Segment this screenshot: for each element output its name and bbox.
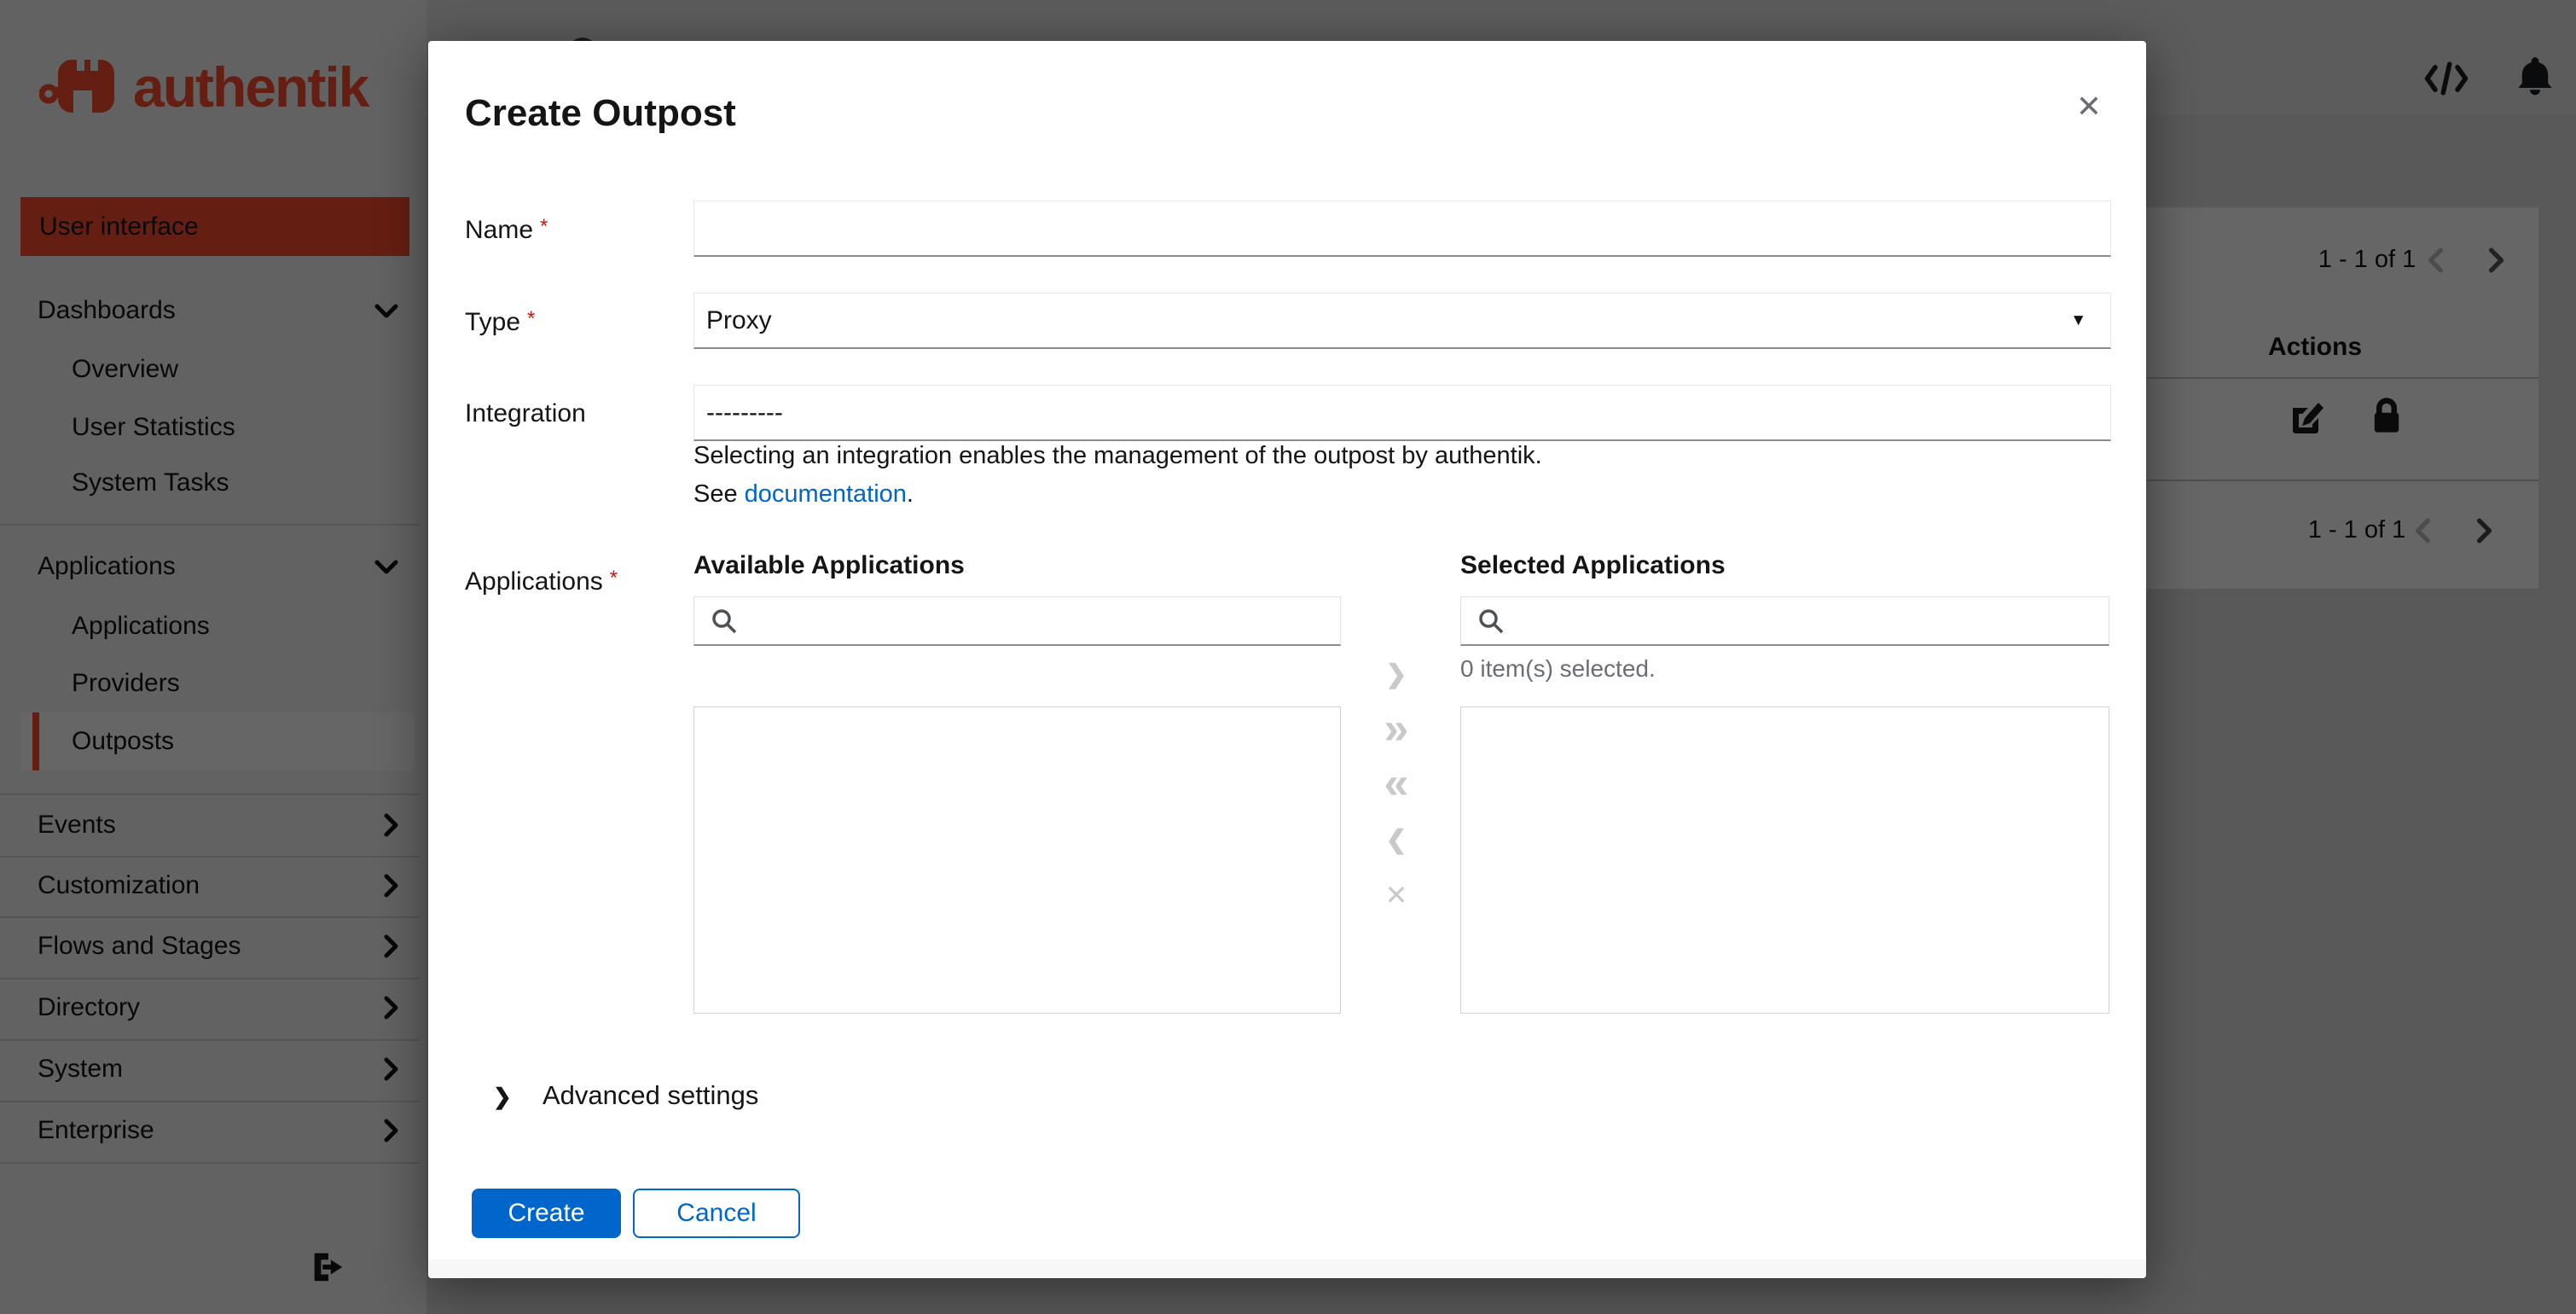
close-icon[interactable]: ✕ (2068, 85, 2110, 128)
name-input[interactable] (693, 201, 2111, 257)
transfer-add-icon[interactable]: ❯ (1366, 651, 1426, 697)
name-label-text: Name (465, 216, 534, 244)
modal-title: Create Outpost (465, 92, 736, 134)
applications-label: Applications * (465, 567, 618, 596)
integration-select[interactable]: --------- (693, 385, 2111, 441)
type-select[interactable]: Proxy ▼ (693, 293, 2111, 349)
available-search-input[interactable] (693, 596, 1341, 646)
cancel-button[interactable]: Cancel (633, 1189, 800, 1238)
create-button[interactable]: Create (472, 1189, 621, 1238)
integration-label: Integration (465, 399, 586, 427)
applications-label-text: Applications (465, 567, 603, 596)
search-icon (1479, 608, 1504, 633)
advanced-settings-toggle[interactable]: Advanced settings (542, 1080, 758, 1111)
transfer-add-all-icon[interactable]: » (1366, 706, 1426, 752)
selected-applications-list[interactable] (1460, 706, 2109, 1014)
selected-applications-title: Selected Applications (1460, 551, 1726, 579)
integration-help-text: Selecting an integration enables the man… (693, 442, 1542, 469)
authentik-admin-page: 1 - 1 of 1 Actions 1 - 1 of 1 (0, 0, 2576, 1314)
type-select-value: Proxy (706, 305, 772, 334)
available-applications-title: Available Applications (693, 551, 965, 579)
transfer-clear-icon[interactable]: ✕ (1366, 872, 1426, 918)
name-label: Name * (465, 215, 548, 245)
selected-count-text: 0 item(s) selected. (1460, 655, 1656, 682)
documentation-link[interactable]: documentation (745, 480, 907, 508)
period-text: . (906, 480, 914, 508)
transfer-remove-all-icon[interactable]: « (1366, 760, 1426, 806)
integration-select-value: --------- (706, 398, 783, 427)
required-marker: * (609, 567, 618, 590)
advanced-settings-chevron-icon[interactable]: ❯ (493, 1084, 512, 1110)
create-outpost-modal: Create Outpost ✕ Name * Type * Proxy ▼ Int… (428, 41, 2146, 1278)
documentation-help-line: See documentation. (693, 480, 914, 509)
modal-footer-strip (428, 1259, 2146, 1278)
search-icon (712, 608, 737, 633)
see-text: See (693, 480, 745, 508)
required-marker: * (527, 307, 536, 330)
selected-search-input[interactable] (1460, 596, 2109, 646)
transfer-remove-icon[interactable]: ❮ (1366, 817, 1426, 863)
required-marker: * (540, 215, 548, 238)
type-label: Type * (465, 307, 535, 337)
type-label-text: Type (465, 308, 521, 336)
select-caret-icon: ▼ (2070, 311, 2086, 329)
available-applications-list[interactable] (693, 706, 1341, 1014)
